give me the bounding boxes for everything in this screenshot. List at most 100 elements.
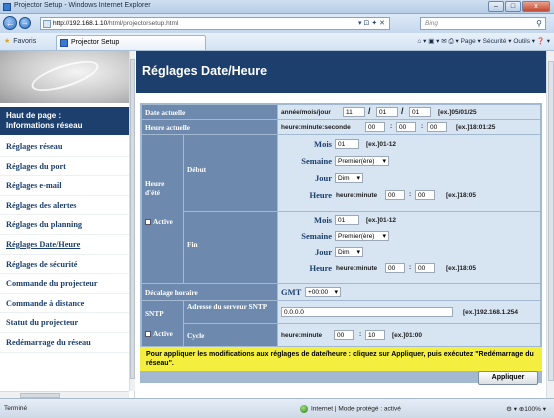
sntp-server-row: 0.0.0.0 [ex.]192.168.1.254 [278, 301, 540, 323]
time-format: heure:minute:seconde [281, 124, 351, 131]
time-row: heure:minute:seconde 00 : 00 : 00 [ex.]1… [278, 120, 540, 134]
close-button[interactable]: x [522, 1, 550, 12]
time-sep-1: : [390, 123, 393, 130]
time-example: [ex.]18:01:25 [456, 124, 496, 131]
sntp-cycle-format: heure:minute [281, 332, 323, 339]
sidebar-item-commande-projecteur[interactable]: Commande du projecteur [0, 274, 129, 294]
sidebar-item-planning[interactable]: Réglages du planning [0, 215, 129, 235]
sidebar-item-alertes[interactable]: Réglages des alertes [0, 196, 129, 216]
date-month-input[interactable]: 01 [376, 107, 398, 117]
dst-start-minute-input[interactable]: 00 [415, 190, 435, 200]
date-row: année/mois/jour 11 / 01 / 01 [ex.]05/01/… [278, 105, 540, 119]
dst-start-sep: : [409, 191, 412, 198]
date-day-input[interactable]: 01 [409, 107, 431, 117]
sntp-active-checkbox[interactable]: Active [145, 329, 173, 338]
button-bar: Appliquer [140, 371, 542, 385]
sidebar-item-port[interactable]: Réglages du port [0, 157, 129, 177]
sntp-active-label: Active [153, 329, 173, 338]
address-tools[interactable]: ▾ ⊡ ✦ ✕ [358, 19, 385, 27]
sntp-cycle-label: Cycle [184, 324, 277, 346]
main-vertical-scrollbar[interactable] [546, 51, 554, 398]
settings-form: Date actuelle année/mois/jour 11 / 01 / … [140, 103, 542, 385]
sidebar: Haut de page : Informations réseau Régla… [0, 51, 135, 398]
time-hour-input[interactable]: 00 [365, 122, 385, 132]
sntp-cycle-row: heure:minute 00 : 10 [ex.]01:00 [278, 324, 540, 346]
sidebar-scroll-thumb[interactable] [130, 59, 135, 379]
dst-checkbox-box[interactable] [145, 219, 151, 226]
back-icon[interactable]: ← [3, 16, 17, 30]
date-label: Date actuelle [142, 105, 277, 119]
sidebar-top-label: Haut de page : Informations réseau [6, 111, 83, 130]
page-icon [43, 20, 51, 28]
sntp-cycle-hour-input[interactable]: 00 [334, 330, 354, 340]
sidebar-item-commande-distance[interactable]: Commande à distance [0, 294, 129, 314]
dst-end-jour-select[interactable]: Dim [335, 247, 363, 257]
dst-end-semaine-label: Semaine [301, 231, 332, 241]
dst-start-mois-label: Mois [314, 139, 332, 149]
time-second-input[interactable]: 00 [427, 122, 447, 132]
sntp-server-label: Adresse du serveur SNTP [184, 301, 277, 323]
dst-start-semaine-select[interactable]: Premier(ère) [335, 156, 389, 166]
security-zone: Internet | Mode protégé : activé [300, 405, 401, 413]
maximize-button[interactable]: □ [505, 1, 521, 12]
time-minute-input[interactable]: 00 [396, 122, 416, 132]
date-year-input[interactable]: 11 [343, 107, 365, 117]
favorites-button[interactable]: ★ Favoris [4, 37, 36, 45]
dst-start-block: Mois 01 [ex.]01-12 Semaine Premier(ère) … [278, 135, 540, 211]
dst-end-semaine-select[interactable]: Premier(ère) [335, 231, 389, 241]
sidebar-item-securite[interactable]: Réglages de sécurité [0, 255, 129, 275]
dst-start-hour-input[interactable]: 00 [385, 190, 405, 200]
banner-graphic [28, 54, 102, 98]
tab-projector-setup[interactable]: Projector Setup [56, 35, 206, 50]
dst-active-checkbox[interactable]: Active [145, 217, 173, 226]
favorites-label: Favoris [13, 38, 37, 45]
sidebar-menu: Réglages réseau Réglages du port Réglage… [0, 137, 129, 353]
dst-end-mois-input[interactable]: 01 [335, 215, 359, 225]
forward-icon[interactable]: → [19, 17, 31, 29]
offset-gmt-label: GMT [281, 287, 302, 297]
sidebar-horizontal-scrollbar[interactable] [0, 391, 129, 398]
star-icon: ★ [4, 38, 11, 45]
main-scroll-thumb[interactable] [548, 61, 554, 381]
date-sep-2: / [401, 106, 404, 116]
command-bar[interactable]: ⌂ ▾ ▣ ▾ ✉ ⎙ ▾ Page ▾ Sécurité ▾ Outils ▾… [417, 37, 550, 46]
page-title: Réglages Date/Heure [136, 51, 546, 93]
url-path: /html/projectorsetup.html [107, 20, 179, 27]
dst-end-hour-input[interactable]: 00 [385, 263, 405, 273]
zone-label: Internet | Mode protégé : activé [311, 405, 401, 413]
tab-label: Projector Setup [71, 39, 120, 46]
dst-end-mois-example: [ex.]01-12 [366, 217, 396, 224]
address-input[interactable]: http://192.168.1.10/html/projectorsetup.… [40, 17, 390, 30]
app-icon [3, 3, 11, 11]
zoom-control[interactable]: ⚙ ▾ ⊕100% ▾ [506, 405, 546, 413]
dst-label-cell: Heure d'été Active [142, 135, 183, 283]
dst-end-minute-input[interactable]: 00 [415, 263, 435, 273]
sntp-server-input[interactable]: 0.0.0.0 [281, 307, 453, 317]
time-label: Heure actuelle [142, 120, 277, 134]
url-host: http://192.168.1.10 [53, 20, 108, 27]
date-sep-1: / [368, 106, 371, 116]
dst-start-mois-input[interactable]: 01 [335, 139, 359, 149]
sidebar-item-redemarrage[interactable]: Redémarrage du réseau [0, 333, 129, 353]
sidebar-top-link[interactable]: Haut de page : Informations réseau [0, 107, 129, 135]
sidebar-item-statut[interactable]: Statut du projecteur [0, 313, 129, 333]
sidebar-item-email[interactable]: Réglages e-mail [0, 176, 129, 196]
sntp-checkbox-box[interactable] [145, 331, 151, 338]
sntp-cycle-minute-input[interactable]: 10 [365, 330, 385, 340]
apply-button[interactable]: Appliquer [478, 371, 538, 385]
minimize-button[interactable]: – [488, 1, 504, 12]
dst-end-heure-label: Heure [309, 263, 332, 273]
search-input[interactable]: Bing ⚲ [420, 17, 546, 30]
dst-end-heure-format: heure:minute [336, 265, 378, 272]
sidebar-item-reseau[interactable]: Réglages réseau [0, 137, 129, 157]
sidebar-banner [0, 51, 129, 103]
offset-select[interactable]: +00:00 [305, 287, 341, 297]
status-text: Terminé [4, 405, 28, 412]
sidebar-vertical-scrollbar[interactable] [129, 51, 135, 391]
sntp-cycle-example: [ex.]01:00 [392, 332, 422, 339]
globe-icon [300, 405, 308, 413]
sidebar-item-date-heure[interactable]: Réglages Date/Heure [0, 235, 129, 255]
search-icon[interactable]: ⚲ [536, 19, 542, 28]
dst-start-jour-select[interactable]: Dim [335, 173, 363, 183]
sntp-label: SNTP [145, 309, 164, 318]
